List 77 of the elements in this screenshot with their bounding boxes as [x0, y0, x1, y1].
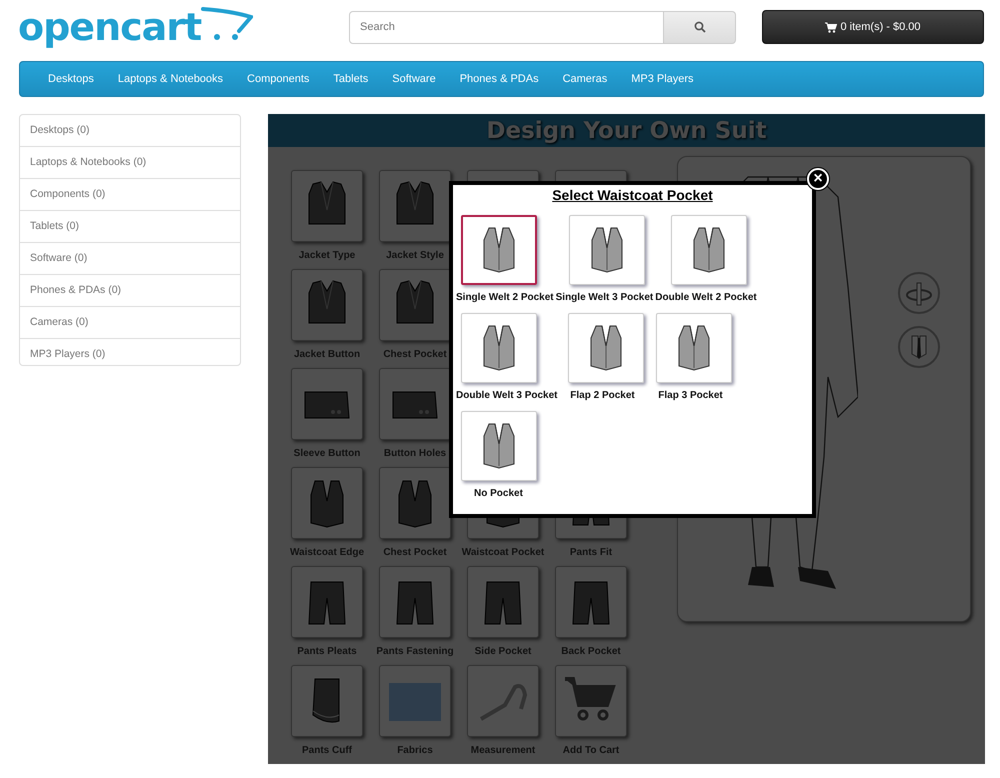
logo-text[interactable]: opencart — [18, 7, 202, 47]
option-label: Button Holes — [384, 448, 446, 459]
option-tile[interactable] — [291, 269, 363, 341]
option-label: Pants Fastening — [376, 646, 454, 657]
choice-label: Single Welt 2 Pocket — [455, 292, 555, 303]
option-label: Pants Fit — [570, 547, 612, 558]
vest-icon — [691, 226, 727, 274]
option-label: Side Pocket — [474, 646, 532, 657]
choice-label: Single Welt 3 Pocket — [554, 292, 654, 303]
cart-icon — [825, 22, 838, 32]
search-button[interactable] — [664, 10, 736, 44]
vest-icon — [588, 324, 624, 372]
vest-icon — [481, 226, 517, 274]
category-item[interactable]: Components (0) — [20, 179, 240, 211]
choice-tile[interactable] — [461, 215, 537, 285]
option-tile[interactable] — [379, 467, 451, 539]
option-tile[interactable] — [291, 170, 363, 242]
option-tile[interactable] — [555, 566, 627, 638]
option-label: Pants Cuff — [302, 745, 352, 756]
option-label: Back Pocket — [561, 646, 621, 657]
vest-icon — [589, 226, 626, 274]
menu-link[interactable]: Cameras — [550, 73, 620, 85]
dialog-title: Select Waistcoat Pocket — [551, 187, 714, 203]
menu-link[interactable]: Tablets — [321, 73, 380, 85]
option-label: Jacket Type — [298, 250, 356, 261]
option-label: Jacket Style — [386, 250, 444, 261]
option-tile[interactable] — [467, 665, 539, 737]
option-tile[interactable] — [555, 665, 627, 737]
cart-button[interactable]: 0 item(s) - $0.00 — [762, 10, 984, 44]
option-label: Sleeve Button — [294, 448, 360, 459]
option-tile[interactable] — [291, 665, 363, 737]
option-tile[interactable] — [291, 467, 363, 539]
option-label: Jacket Button — [294, 349, 360, 360]
menu-link[interactable]: Desktops — [36, 73, 106, 85]
option-tile[interactable] — [291, 368, 363, 440]
category-item[interactable]: Tablets (0) — [20, 211, 240, 243]
choice-label: Double Welt 3 Pocket — [455, 390, 559, 401]
option-label: Chest Pocket — [383, 547, 447, 558]
vest-icon — [481, 422, 517, 470]
menu-link[interactable]: Components — [235, 73, 322, 85]
category-item[interactable]: Desktops (0) — [20, 115, 240, 147]
search-icon — [694, 21, 706, 33]
option-tile[interactable] — [379, 269, 451, 341]
vest-icon — [481, 324, 517, 372]
rotate-view-icon[interactable] — [898, 272, 940, 314]
option-label: Measurement — [470, 745, 536, 756]
category-item[interactable]: Cameras (0) — [20, 307, 240, 339]
menu-link[interactable]: Laptops & Notebooks — [106, 73, 236, 85]
tie-view-icon[interactable] — [898, 326, 940, 368]
option-tile[interactable] — [291, 566, 363, 638]
category-item[interactable]: Software (0) — [20, 243, 240, 275]
search-field[interactable]: Search — [349, 10, 664, 44]
option-label: Pants Pleats — [297, 646, 357, 657]
option-label: Add To Cart — [562, 745, 620, 756]
choice-label: Flap 3 Pocket — [657, 390, 724, 401]
option-tile[interactable] — [379, 368, 451, 440]
option-tile[interactable] — [379, 665, 451, 737]
category-item[interactable]: MP3 Players (0) — [20, 339, 240, 370]
choice-label: Flap 2 Pocket — [569, 390, 636, 401]
option-tile[interactable] — [467, 566, 539, 638]
category-item[interactable]: Phones & PDAs (0) — [20, 275, 240, 307]
menu-link[interactable]: MP3 Players — [619, 73, 706, 85]
close-button[interactable]: × — [807, 168, 829, 190]
choice-label: Double Welt 2 Pocket — [654, 292, 758, 303]
designer-title: Design Your Own Suit — [486, 118, 767, 144]
option-label: Waistcoat Pocket — [462, 547, 544, 558]
option-label: Waistcoat Edge — [290, 547, 364, 558]
menu-link[interactable]: Phones & PDAs — [448, 73, 551, 85]
option-tile[interactable] — [379, 566, 451, 638]
option-label: Chest Pocket — [383, 349, 447, 360]
vest-icon — [676, 324, 712, 372]
option-tile[interactable] — [379, 170, 451, 242]
choice-label: No Pocket — [473, 488, 524, 499]
option-label: Fabrics — [397, 745, 433, 756]
category-item[interactable]: Laptops & Notebooks (0) — [20, 147, 240, 179]
menu-link[interactable]: Software — [380, 73, 448, 85]
logo-cart-icon — [201, 5, 254, 41]
